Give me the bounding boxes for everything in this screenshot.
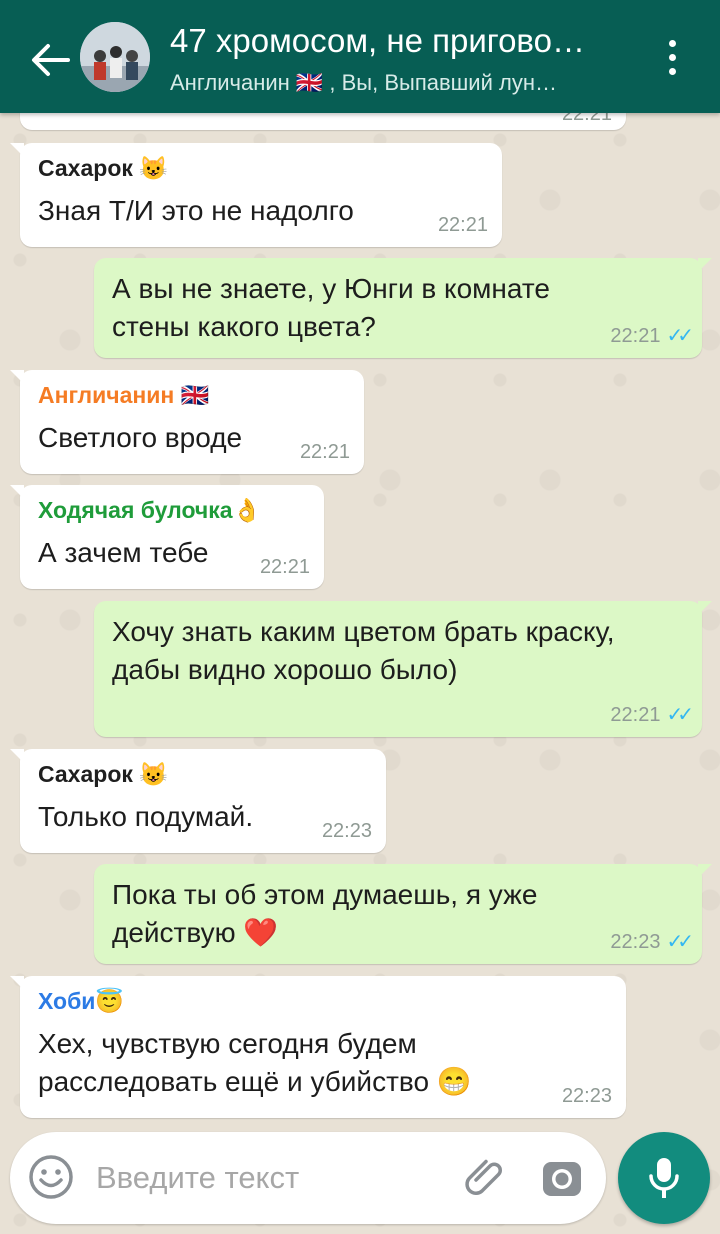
chat-header: 47 хромосом, не пригово… Англичанин 🇬🇧 ,… [0, 0, 720, 113]
message-text: Только подумай. [38, 801, 254, 832]
message-time: 22:23 [321, 820, 372, 842]
camera-icon [543, 1162, 581, 1196]
chat-participants[interactable]: Англичанин 🇬🇧 , Вы, Выпавший лун… [170, 70, 620, 96]
sender-name: Хоби😇 [38, 988, 125, 1014]
message-text: Зная Т/И это не надолго [38, 195, 354, 226]
message-time: 22:21 [299, 441, 350, 463]
message-time: 22:21 [610, 325, 661, 347]
message-composer [10, 1132, 606, 1224]
message-time: 22:23 [610, 931, 661, 953]
read-ticks-icon: ✓✓ [666, 704, 693, 726]
message-bubble-outgoing[interactable]: А вы не знаете, у Юнги в комнате стены к… [94, 258, 712, 358]
message-bubble[interactable]: Хоби😇 Хех, чувствую сегодня будем рассле… [10, 976, 626, 1118]
message-text: Хех, чувствую сегодня будем расследовать… [38, 1028, 472, 1097]
message-bubble[interactable]: Сахарок 😺 Зная Т/И это не надолго 22:21 [10, 143, 502, 247]
message-time-status: 22:23 ✓✓ [610, 929, 693, 954]
more-options-button[interactable] [660, 40, 684, 80]
message-text: А вы не знаете, у Юнги в комнате стены к… [112, 273, 550, 342]
more-vertical-icon [660, 40, 684, 75]
message-bubble-outgoing[interactable]: Хочу знать каким цветом брать краску, да… [94, 601, 712, 737]
sender-name: Ходячая булочка👌 [38, 497, 262, 523]
message-text: Хочу знать каким цветом брать краску, да… [112, 616, 615, 685]
sender-name: Англичанин 🇬🇧 [38, 382, 210, 408]
read-ticks-icon: ✓✓ [666, 931, 693, 953]
message-time: 22:21 [437, 214, 488, 236]
message-time: 22:23 [561, 1085, 612, 1107]
message-list[interactable]: 22:21 Сахарок 😺 Зная Т/И это не надолго … [0, 0, 720, 1130]
message-time-status: 22:21 ✓✓ [610, 323, 693, 348]
message-time-status: 22:21 ✓✓ [610, 702, 693, 727]
arrow-left-icon [32, 44, 70, 76]
read-ticks-icon: ✓✓ [666, 325, 693, 347]
voice-message-button[interactable] [618, 1132, 710, 1224]
sender-name: Сахарок 😺 [38, 155, 168, 181]
message-bubble[interactable]: Ходячая булочка👌 А зачем тебе 22:21 [10, 485, 324, 589]
group-avatar[interactable] [80, 22, 150, 92]
message-bubble-outgoing[interactable]: Пока ты об этом думаешь, я уже действую … [94, 864, 712, 964]
message-input[interactable] [94, 1154, 438, 1202]
smiley-icon [29, 1155, 73, 1199]
camera-button[interactable] [540, 1156, 584, 1200]
message-bubble[interactable]: Сахарок 😺 Только подумай. 22:23 [10, 749, 386, 853]
message-time: 22:21 [610, 704, 661, 726]
message-bubble[interactable]: Англичанин 🇬🇧 Светлого вроде 22:21 [10, 370, 364, 474]
back-button[interactable] [28, 40, 72, 80]
group-photo [80, 22, 150, 92]
message-time: 22:21 [259, 556, 310, 578]
paperclip-icon [465, 1159, 502, 1195]
attach-button[interactable] [462, 1156, 506, 1200]
emoji-button[interactable] [28, 1154, 74, 1200]
message-text: Пока ты об этом думаешь, я уже действую … [112, 879, 538, 948]
chat-title[interactable]: 47 хромосом, не пригово… [170, 22, 630, 60]
sender-name: Сахарок 😺 [38, 761, 168, 787]
microphone-icon [649, 1158, 679, 1198]
